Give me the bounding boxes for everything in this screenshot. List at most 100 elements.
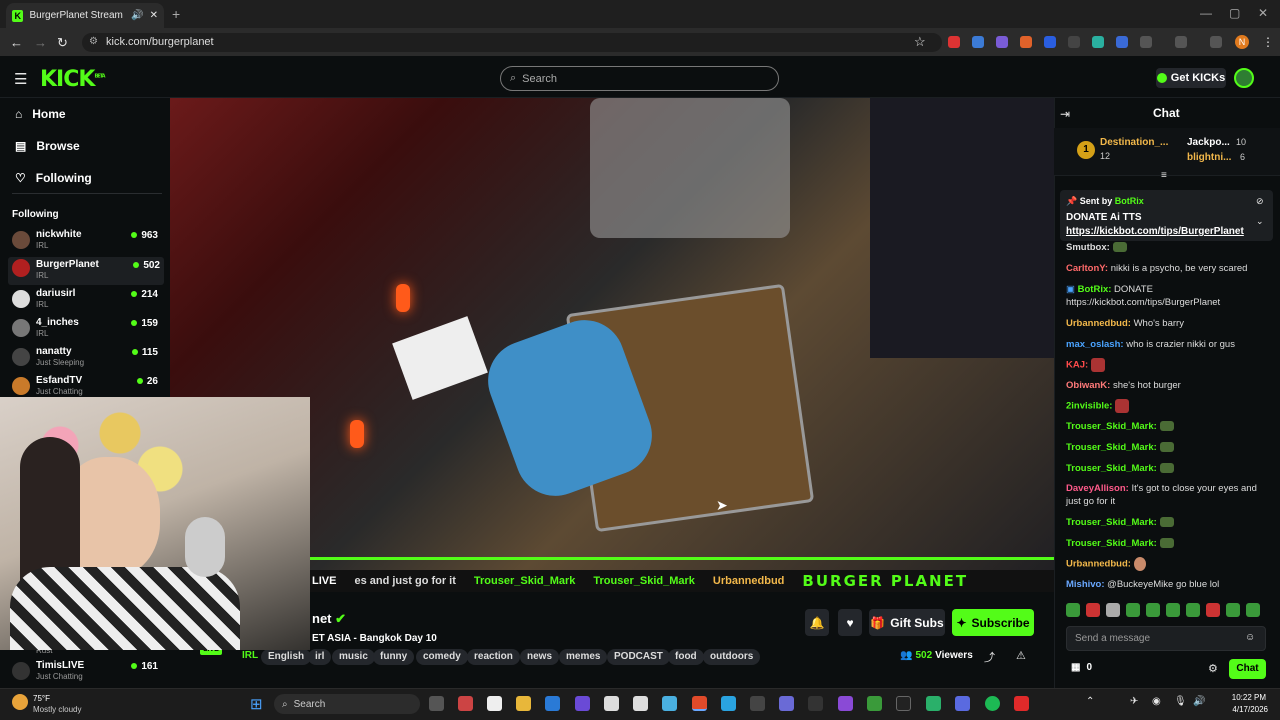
followed-channel[interactable]: nickwhite IRL 963 [12,229,162,257]
app-icon[interactable] [662,696,677,711]
get-kicks-button[interactable]: Get KICKs [1156,68,1226,88]
hamburger-menu-icon[interactable]: ☰ [14,70,27,88]
gift-subs-button[interactable]: 🎁 Gift Subs [869,609,945,636]
chat-username[interactable]: KAJ: [1066,360,1088,371]
chat-username[interactable]: Trouser_Skid_Mark: [1066,442,1157,453]
extension-icon[interactable] [1044,36,1056,48]
app-icon[interactable] [1014,696,1029,711]
pinned-message[interactable]: 📌 Sent by BotRix DONATE Ai TTS https://k… [1060,190,1273,241]
stream-tag[interactable]: outdoors [703,649,761,665]
chat-username[interactable]: 2invisible: [1066,401,1112,412]
task-view-icon[interactable] [429,696,444,711]
stream-tag[interactable]: funny [373,649,415,665]
app-icon[interactable] [487,696,502,711]
user-avatar[interactable] [1234,68,1254,88]
chat-username[interactable]: DaveyAllison: [1066,483,1129,494]
chat-username[interactable]: Trouser_Skid_Mark: [1066,517,1157,528]
app-icon[interactable] [867,696,882,711]
teams-icon[interactable] [779,696,794,711]
emote-button[interactable] [1086,603,1100,617]
back-icon[interactable]: ← [10,35,23,50]
notification-bell-button[interactable]: 🔔 [805,609,829,636]
file-explorer-icon[interactable] [516,696,531,711]
report-icon[interactable]: ⚠ [1016,649,1026,662]
app-icon[interactable] [575,696,590,711]
chat-username[interactable]: Trouser_Skid_Mark: [1066,463,1157,474]
speaker-icon[interactable]: 🔊 [131,10,143,21]
followed-channel[interactable]: dariusirl IRL 214 [12,288,162,316]
unpin-icon[interactable]: ⊘ [1256,196,1264,207]
leaderboard-name[interactable]: blightni... [1187,152,1231,163]
emote-picker-icon[interactable]: ☺ [1245,632,1255,643]
tray-chevron-icon[interactable]: ⌃ [1086,696,1094,707]
volume-icon[interactable]: 🔊 [1193,696,1205,707]
reload-icon[interactable]: ↻ [57,35,68,51]
emote-button[interactable] [1206,603,1220,617]
app-icon[interactable] [604,696,619,711]
chat-username[interactable]: Urbannedbud: [1066,559,1131,570]
chrome-icon[interactable] [692,696,707,711]
tray-icon[interactable]: ✈ [1130,696,1138,707]
forward-icon[interactable]: → [34,35,47,50]
url-field[interactable]: kick.com/burgerplanet [82,33,942,52]
media-controls-icon[interactable] [1210,36,1222,48]
sidebar-item-browse[interactable]: ▤ Browse [15,139,80,153]
clock-date[interactable]: 4/17/2026 [1226,705,1268,714]
followed-channel[interactable]: TimisLIVE Just Chatting 161 [12,660,162,688]
bookmark-star-icon[interactable]: ☆ [914,34,926,50]
side-panel-icon[interactable] [1175,36,1187,48]
leaderboard-name[interactable]: Destination_... [1100,137,1168,148]
search-input[interactable]: ⌕ Search [500,66,779,91]
mic-icon[interactable]: 🎙 [1174,696,1187,707]
emote-button[interactable] [1226,603,1240,617]
app-icon[interactable] [926,696,941,711]
chat-username[interactable]: Urbannedbud: [1066,318,1131,329]
emote-button[interactable] [1186,603,1200,617]
browser-tab[interactable]: K BurgerPlanet Stream - Watch 🔊 ✕ [6,3,164,28]
extension-icon[interactable] [1020,36,1032,48]
extension-icon[interactable] [1116,36,1128,48]
followed-channel[interactable]: BurgerPlanet IRL 502 [8,257,164,285]
app-icon[interactable] [896,696,911,711]
browser-menu-icon[interactable]: ⋮ [1262,35,1274,49]
leaderboard-name[interactable]: Jackpo... [1187,137,1230,148]
extension-icon[interactable] [1068,36,1080,48]
wifi-icon[interactable]: ◉ [1152,696,1161,707]
stream-tag[interactable]: food [668,649,704,665]
spotify-icon[interactable] [985,696,1000,711]
follow-heart-button[interactable]: ♥ [838,609,862,636]
window-close-icon[interactable]: ✕ [1258,6,1268,20]
stream-tag[interactable]: news [520,649,560,665]
chat-username[interactable]: CarltonY: [1066,263,1108,274]
window-minimize-icon[interactable]: — [1200,6,1212,20]
outlook-icon[interactable] [545,696,560,711]
window-maximize-icon[interactable]: ▢ [1229,6,1240,20]
chat-username[interactable]: Mishivo: [1066,579,1105,590]
expand-leaderboard-icon[interactable]: ≡ [1161,170,1167,181]
chat-username[interactable]: Smutbox: [1066,242,1110,253]
new-tab-button[interactable]: + [172,6,180,22]
chat-settings-icon[interactable]: ⚙ [1208,662,1218,675]
profile-avatar[interactable]: N [1235,35,1249,49]
chat-username[interactable]: ObiwanK: [1066,380,1110,391]
followed-channel[interactable]: 4_inches IRL 159 [12,317,162,345]
extensions-puzzle-icon[interactable] [1140,36,1152,48]
taskbar-search[interactable]: ⌕ Search [274,694,420,714]
extension-icon[interactable] [996,36,1008,48]
collapse-chat-icon[interactable]: ⇥ [1060,107,1070,121]
emote-button[interactable] [1166,603,1180,617]
extension-icon[interactable] [1092,36,1104,48]
emote-button[interactable] [1246,603,1260,617]
stream-tag[interactable]: reaction [467,649,520,665]
emote-button[interactable] [1126,603,1140,617]
extension-icon[interactable] [948,36,960,48]
weather-icon[interactable] [12,694,28,710]
channel-name[interactable]: net ✔ [312,611,346,627]
telegram-icon[interactable] [721,696,736,711]
chat-username[interactable]: Trouser_Skid_Mark: [1066,538,1157,549]
stream-tag[interactable]: irl [308,649,332,665]
app-icon[interactable] [838,696,853,711]
stream-tag[interactable]: PODCAST [607,649,670,665]
site-info-icon[interactable]: ⚙ [89,36,98,47]
pinned-link[interactable]: https://kickbot.com/tips/BurgerPlanet [1066,226,1244,237]
